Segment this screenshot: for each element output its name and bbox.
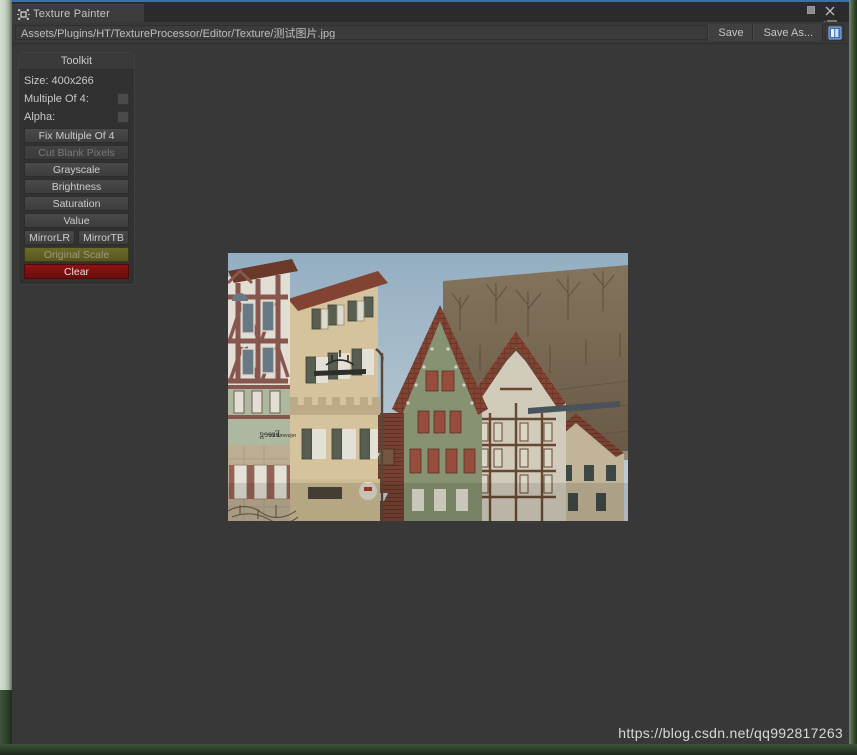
texture-preview-image: Freeg rejuvenation — [228, 253, 628, 521]
app-window: Texture Painter Assets/Plugins/HT/Textur… — [0, 0, 857, 755]
frame-left-edge-tail — [0, 690, 12, 744]
frame-left-edge — [0, 0, 12, 744]
clear-button[interactable]: Clear — [24, 264, 129, 279]
help-book-icon[interactable] — [825, 24, 844, 41]
grayscale-button[interactable]: Grayscale — [24, 162, 129, 177]
frame-bottom-edge — [0, 744, 857, 755]
texture-size-label: Size: 400x266 — [24, 75, 94, 87]
window-titlebar: Texture Painter — [12, 0, 849, 28]
texture-path-field[interactable]: Assets/Plugins/HT/TextureProcessor/Edito… — [15, 25, 709, 40]
toolkit-panel: Toolkit Size: 400x266 Multiple Of 4: Alp… — [18, 52, 135, 285]
value-button[interactable]: Value — [24, 213, 129, 228]
fix-multiple-of-4-button[interactable]: Fix Multiple Of 4 — [24, 128, 129, 143]
frame-right-edge — [849, 0, 857, 755]
texture-size-row: Size: 400x266 — [24, 72, 129, 90]
tab-label: Texture Painter — [33, 8, 110, 20]
alpha-label: Alpha: — [24, 111, 56, 123]
mirror-lr-button[interactable]: MirrorLR — [24, 230, 75, 245]
save-button[interactable]: Save — [708, 24, 754, 41]
original-scale-button[interactable]: Original Scale — [24, 247, 129, 262]
editor-content: Toolkit Size: 400x266 Multiple Of 4: Alp… — [12, 44, 849, 744]
texture-path-value: Assets/Plugins/HT/TextureProcessor/Edito… — [21, 27, 336, 40]
alpha-checkbox[interactable] — [117, 111, 129, 123]
saturation-button[interactable]: Saturation — [24, 196, 129, 211]
texture-preview[interactable]: Freeg rejuvenation — [228, 253, 628, 521]
multiple-of-4-checkbox[interactable] — [117, 93, 129, 105]
mirror-button-group: MirrorLR MirrorTB — [24, 230, 129, 245]
path-toolbar: Assets/Plugins/HT/TextureProcessor/Edito… — [12, 22, 849, 44]
mirror-tb-button[interactable]: MirrorTB — [78, 230, 129, 245]
multiple-of-4-row[interactable]: Multiple Of 4: — [24, 90, 129, 108]
alpha-row[interactable]: Alpha: — [24, 108, 129, 126]
texture-target-icon — [17, 8, 30, 21]
toolkit-body: Size: 400x266 Multiple Of 4: Alpha: Fix … — [19, 70, 134, 279]
brightness-button[interactable]: Brightness — [24, 179, 129, 194]
save-as-button[interactable]: Save As... — [753, 24, 823, 41]
cut-blank-pixels-button: Cut Blank Pixels — [24, 145, 129, 160]
multiple-of-4-label: Multiple Of 4: — [24, 93, 89, 105]
watermark: https://blog.csdn.net/qq992817263 — [618, 725, 843, 741]
tab-texture-painter[interactable]: Texture Painter — [12, 4, 144, 24]
toolkit-title: Toolkit — [19, 53, 134, 70]
window-controls — [807, 3, 843, 28]
maximize-icon[interactable] — [807, 6, 815, 14]
